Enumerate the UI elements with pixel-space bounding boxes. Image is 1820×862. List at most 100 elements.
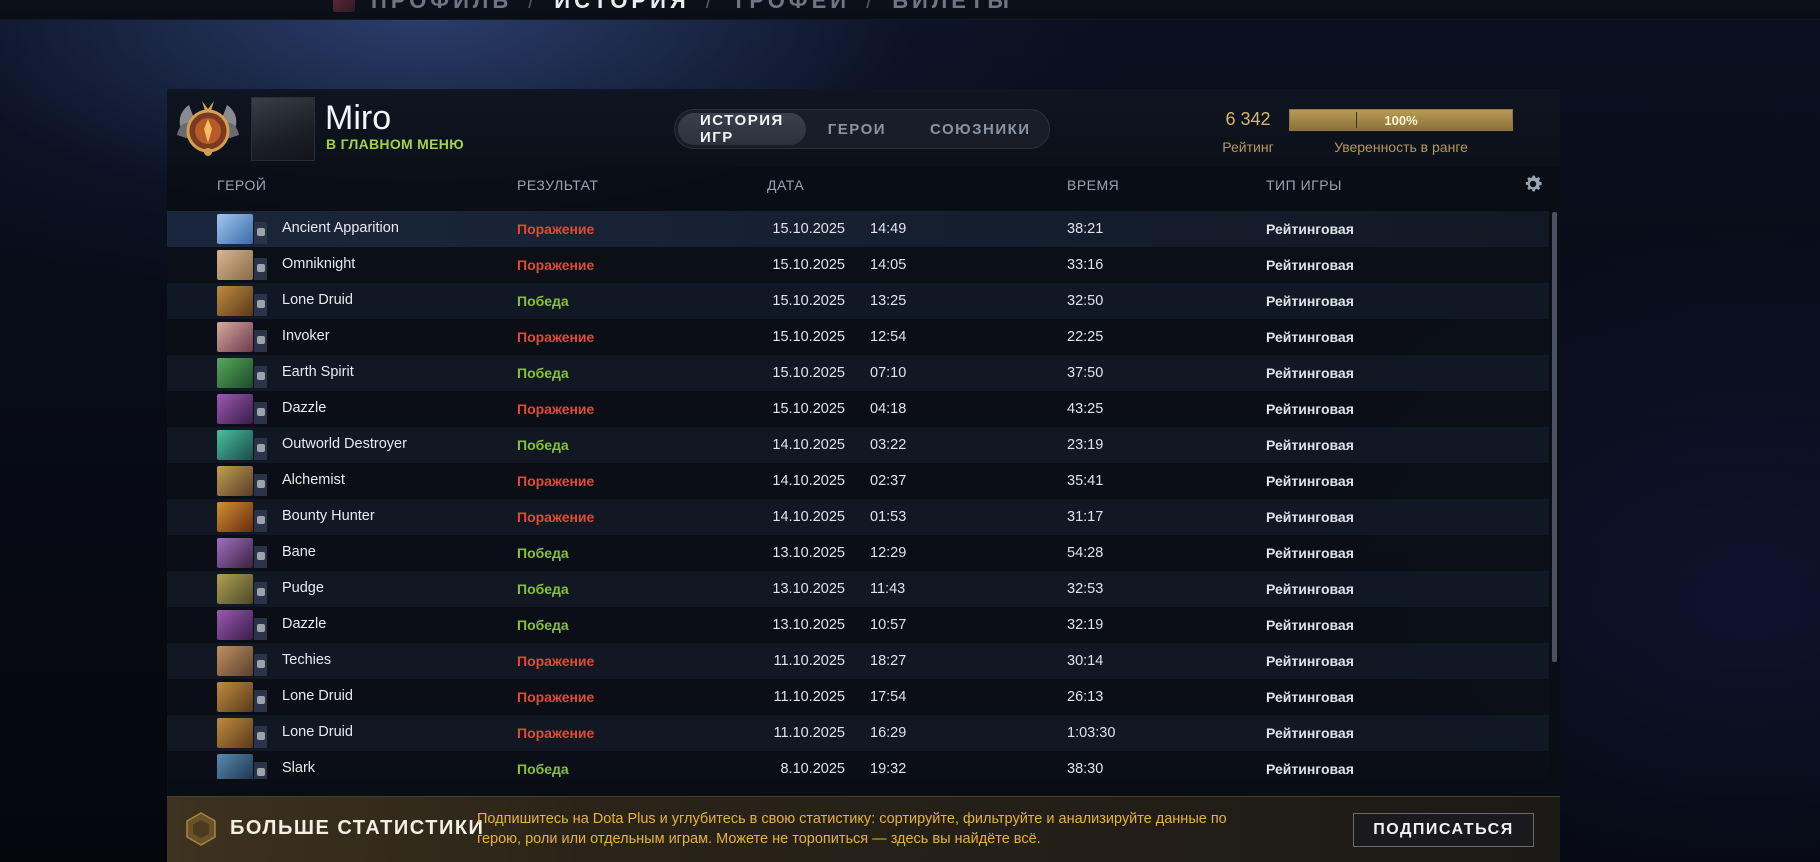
role-icon — [253, 294, 267, 316]
match-duration: 26:13 — [1067, 689, 1104, 705]
table-row[interactable]: Outworld Destroyer Победа 14.10.2025 03:22 2… — [167, 427, 1549, 463]
game-mode: Рейтинговая — [1266, 725, 1354, 741]
match-time: 07:10 — [870, 365, 907, 381]
table-row[interactable]: Techies Поражение 11.10.2025 18:27 30:14 Рейт… — [167, 643, 1549, 679]
table-row[interactable]: Lone Druid Победа 15.10.2025 13:25 32:50 Рейт… — [167, 283, 1549, 319]
match-date: 15.10.2025 — [772, 365, 845, 381]
match-result: Победа — [517, 293, 569, 309]
match-result: Поражение — [517, 689, 595, 705]
dota-plus-icon — [186, 812, 216, 846]
player-avatar[interactable] — [251, 97, 315, 161]
top-nav: ПРОФИЛЬ / ИСТОРИЯ / ТРОФЕИ / БИЛЕТЫ — [0, 0, 1820, 20]
column-header-mode[interactable]: ТИП ИГРЫ — [1266, 177, 1342, 193]
dota-plus-banner: БОЛЬШЕ СТАТИСТИКИ Подпишитесь на Dota Pl… — [167, 796, 1560, 862]
table-row[interactable]: Pudge Победа 13.10.2025 11:43 32:53 Рейтингов… — [167, 571, 1549, 607]
banner-text: Подпишитесь на Dota Plus и углубитесь в … — [477, 811, 1227, 847]
role-icon — [253, 474, 267, 496]
game-mode: Рейтинговая — [1266, 653, 1354, 669]
table-row[interactable]: Ancient Apparition Поражение 15.10.2025 14:… — [167, 211, 1549, 247]
nav-avatar[interactable] — [333, 0, 355, 12]
table-row[interactable]: Bounty Hunter Поражение 14.10.2025 01:53 31:… — [167, 499, 1549, 535]
hero-portrait — [217, 574, 253, 604]
hero-name: Dazzle — [282, 616, 327, 632]
column-header-result[interactable]: РЕЗУЛЬТАТ — [517, 177, 598, 193]
table-row[interactable]: Dazzle Победа 13.10.2025 10:57 32:19 Рейтинго… — [167, 607, 1549, 643]
nav-item-tickets[interactable]: БИЛЕТЫ — [892, 0, 1013, 14]
match-time: 12:54 — [870, 329, 907, 345]
match-result: Поражение — [517, 257, 595, 273]
match-duration: 31:17 — [1067, 509, 1104, 525]
match-result: Поражение — [517, 221, 595, 237]
match-date: 15.10.2025 — [772, 293, 845, 309]
match-date: 14.10.2025 — [772, 473, 845, 489]
table-row[interactable]: Lone Druid Поражение 11.10.2025 17:54 26:13 Р… — [167, 679, 1549, 715]
nav-item-profile[interactable]: ПРОФИЛЬ — [371, 0, 512, 14]
hero-portrait — [217, 250, 253, 280]
hero-name: Alchemist — [282, 472, 345, 488]
table-header: ГЕРОЙ РЕЗУЛЬТАТ ДАТА ВРЕМЯ ТИП ИГРЫ — [167, 167, 1560, 201]
hero-portrait — [217, 322, 253, 352]
rank-medal-icon[interactable] — [175, 95, 241, 161]
table-row[interactable]: Earth Spirit Победа 15.10.2025 07:10 37:50 Ре… — [167, 355, 1549, 391]
role-icon — [253, 402, 267, 424]
column-header-hero[interactable]: ГЕРОЙ — [217, 177, 266, 193]
match-result: Победа — [517, 437, 569, 453]
match-result: Поражение — [517, 473, 595, 489]
match-date: 11.10.2025 — [773, 689, 846, 705]
confidence-bar: 100% — [1289, 109, 1513, 131]
role-icon — [253, 546, 267, 568]
match-duration: 33:16 — [1067, 257, 1104, 273]
match-time: 14:49 — [870, 221, 907, 237]
game-mode: Рейтинговая — [1266, 761, 1354, 777]
game-mode: Рейтинговая — [1266, 293, 1354, 309]
hero-name: Omniknight — [282, 256, 356, 272]
role-icon — [253, 762, 267, 779]
role-icon — [253, 726, 267, 748]
tab-heroes[interactable]: ГЕРОИ — [806, 113, 908, 145]
match-duration: 22:25 — [1067, 329, 1104, 345]
table-row[interactable]: Lone Druid Поражение 11.10.2025 16:29 1:03:3… — [167, 715, 1549, 751]
hero-portrait — [217, 394, 253, 424]
table-row[interactable]: Invoker Поражение 15.10.2025 12:54 22:25 Рейт… — [167, 319, 1549, 355]
match-date: 11.10.2025 — [773, 653, 846, 669]
column-header-duration[interactable]: ВРЕМЯ — [1067, 177, 1119, 193]
rating-value: 6 342 — [1225, 109, 1271, 129]
hero-name: Bane — [282, 544, 316, 560]
tab-match-history[interactable]: ИСТОРИЯ ИГР — [678, 112, 806, 146]
match-time: 18:27 — [870, 653, 907, 669]
match-time: 10:57 — [870, 617, 907, 633]
match-result: Поражение — [517, 509, 595, 525]
role-icon — [253, 654, 267, 676]
gear-icon[interactable] — [1522, 173, 1544, 195]
hero-portrait — [217, 610, 253, 640]
subscribe-button[interactable]: ПОДПИСАТЬСЯ — [1353, 813, 1534, 847]
match-duration: 32:53 — [1067, 581, 1104, 597]
table-row[interactable]: Slark Победа 8.10.2025 19:32 38:30 Рейтингова… — [167, 751, 1549, 779]
hero-portrait — [217, 286, 253, 316]
table-row[interactable]: Bane Победа 13.10.2025 12:29 54:28 Рейтингова… — [167, 535, 1549, 571]
game-mode: Рейтинговая — [1266, 221, 1354, 237]
hero-name: Lone Druid — [282, 292, 353, 308]
tab-allies[interactable]: СОЮЗНИКИ — [908, 113, 1053, 145]
game-mode: Рейтинговая — [1266, 257, 1354, 273]
match-result: Победа — [517, 617, 569, 633]
game-mode: Рейтинговая — [1266, 509, 1354, 525]
nav-item-history[interactable]: ИСТОРИЯ — [554, 0, 689, 14]
table-row[interactable]: Dazzle Поражение 15.10.2025 04:18 43:25 Рейти… — [167, 391, 1549, 427]
hero-name: Slark — [282, 760, 316, 776]
table-row[interactable]: Omniknight Поражение 15.10.2025 14:05 33:16 Р… — [167, 247, 1549, 283]
role-icon — [253, 690, 267, 712]
hero-name: Pudge — [282, 580, 324, 596]
hero-portrait — [217, 754, 253, 779]
scrollbar[interactable] — [1552, 212, 1557, 662]
nav-item-trophies[interactable]: ТРОФЕИ — [732, 0, 850, 14]
table-row[interactable]: Alchemist Поражение 14.10.2025 02:37 35:41 Ре… — [167, 463, 1549, 499]
hero-name: Dazzle — [282, 400, 327, 416]
match-time: 04:18 — [870, 401, 907, 417]
game-mode: Рейтинговая — [1266, 401, 1354, 417]
match-result: Победа — [517, 761, 569, 777]
player-name: Miro — [325, 99, 392, 137]
match-date: 13.10.2025 — [772, 617, 845, 633]
game-mode: Рейтинговая — [1266, 581, 1354, 597]
column-header-date[interactable]: ДАТА — [767, 177, 804, 193]
